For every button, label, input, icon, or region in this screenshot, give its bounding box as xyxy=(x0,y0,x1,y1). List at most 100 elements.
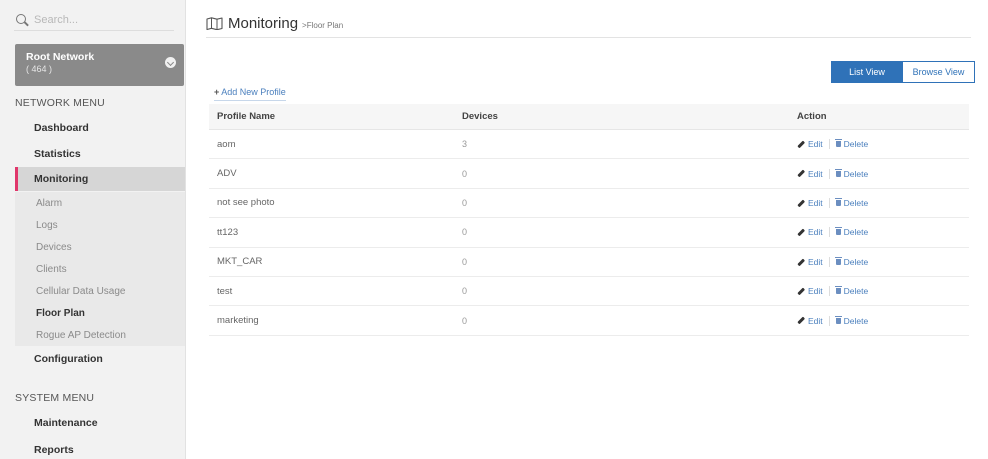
devices-cell: 0 xyxy=(462,315,468,326)
network-count: ( 464 ) xyxy=(26,64,53,74)
delete-label: Delete xyxy=(843,286,869,297)
table-row: MKT_CAR 0 Edit Delete xyxy=(209,248,969,277)
sidebar-item-statistics[interactable]: Statistics xyxy=(15,142,185,166)
sidebar-item-reports[interactable]: Reports xyxy=(15,438,185,459)
page-header: Monitoring >Floor Plan xyxy=(206,10,971,38)
edit-button[interactable]: Edit xyxy=(797,169,823,179)
network-name: Root Network xyxy=(26,51,95,63)
system-menu-title: SYSTEM MENU xyxy=(15,392,95,404)
action-cell: Edit Delete xyxy=(797,197,969,208)
add-new-profile-label: Add New Profile xyxy=(221,87,286,97)
profile-name-cell: marketing xyxy=(217,315,259,327)
table-row: test 0 Edit Delete xyxy=(209,277,969,307)
trash-icon xyxy=(834,197,842,206)
edit-label: Edit xyxy=(808,139,823,150)
trash-icon xyxy=(834,315,842,324)
pencil-icon xyxy=(797,228,805,237)
sidebar-item-monitoring[interactable]: Monitoring xyxy=(15,167,185,191)
action-divider xyxy=(828,139,830,150)
delete-label: Delete xyxy=(843,227,869,238)
action-divider xyxy=(828,286,830,297)
pencil-icon xyxy=(797,140,805,148)
sidebar-item-clients[interactable]: Clients xyxy=(15,258,185,280)
edit-label: Edit xyxy=(808,197,823,208)
delete-button[interactable]: Delete xyxy=(834,197,868,208)
action-cell: Edit Delete xyxy=(797,168,969,179)
edit-button[interactable]: Edit xyxy=(797,139,823,149)
delete-button[interactable]: Delete xyxy=(834,139,869,150)
sidebar-item-rogue-ap-detection[interactable]: Rogue AP Detection xyxy=(15,324,185,346)
plus-icon: + xyxy=(214,87,220,97)
action-cell: Edit Delete xyxy=(797,256,969,267)
delete-button[interactable]: Delete xyxy=(834,256,869,267)
edit-button[interactable]: Edit xyxy=(797,257,823,267)
network-menu-title: NETWORK MENU xyxy=(15,97,105,109)
delete-label: Delete xyxy=(843,168,869,179)
profile-name-cell: tt123 xyxy=(217,226,239,238)
table-row: not see photo 0 Edit Delete xyxy=(209,189,969,219)
profile-name-cell: MKT_CAR xyxy=(217,256,263,268)
view-toggle: List View Browse View xyxy=(831,61,975,83)
edit-label: Edit xyxy=(808,227,823,238)
delete-label: Delete xyxy=(843,256,869,267)
pencil-icon xyxy=(797,258,805,266)
edit-label: Edit xyxy=(808,168,823,179)
trash-icon xyxy=(834,227,842,236)
devices-cell: 0 xyxy=(462,168,468,179)
pencil-icon xyxy=(797,287,805,295)
action-cell: Edit Delete xyxy=(797,286,969,297)
devices-cell: 0 xyxy=(462,256,468,267)
breadcrumb[interactable]: >Floor Plan xyxy=(302,21,343,30)
delete-button[interactable]: Delete xyxy=(834,168,869,179)
table-row: ADV 0 Edit Delete xyxy=(209,159,969,189)
edit-label: Edit xyxy=(808,315,823,326)
action-divider xyxy=(828,256,830,267)
trash-icon xyxy=(834,256,842,265)
edit-button[interactable]: Edit xyxy=(797,286,823,296)
trash-icon xyxy=(834,286,842,295)
chevron-down-icon[interactable] xyxy=(165,57,176,68)
action-cell: Edit Delete xyxy=(797,315,969,326)
sidebar-item-dashboard[interactable]: Dashboard xyxy=(15,116,185,140)
search-box[interactable] xyxy=(14,9,174,31)
devices-cell: 0 xyxy=(462,197,468,208)
sidebar-item-alarm[interactable]: Alarm xyxy=(15,192,185,214)
action-divider xyxy=(828,315,830,326)
sidebar-item-maintenance[interactable]: Maintenance xyxy=(15,411,185,435)
edit-button[interactable]: Edit xyxy=(797,227,823,237)
search-icon xyxy=(14,12,30,28)
profile-name-cell: test xyxy=(217,285,233,297)
edit-button[interactable]: Edit xyxy=(797,316,823,326)
browse-view-button[interactable]: Browse View xyxy=(903,61,975,83)
app-window: Root Network ( 464 ) NETWORK MENU Dashbo… xyxy=(0,0,988,459)
devices-cell: 0 xyxy=(462,286,468,297)
pencil-icon xyxy=(797,169,805,178)
header-devices[interactable]: Devices xyxy=(462,111,797,122)
action-divider xyxy=(828,227,830,238)
search-input[interactable] xyxy=(34,13,164,26)
edit-label: Edit xyxy=(808,256,823,267)
delete-button[interactable]: Delete xyxy=(834,286,869,297)
map-icon xyxy=(206,17,223,30)
table-row: marketing 0 Edit Delete xyxy=(209,306,969,336)
sidebar-item-floor-plan[interactable]: Floor Plan xyxy=(15,302,185,324)
header-action: Action xyxy=(797,111,827,122)
edit-button[interactable]: Edit xyxy=(797,198,823,208)
sidebar-item-configuration[interactable]: Configuration xyxy=(15,347,185,371)
header-profile-name[interactable]: Profile Name xyxy=(209,111,462,122)
main-content: Monitoring >Floor Plan List View Browse … xyxy=(186,0,988,459)
table-header: Profile Name Devices Action xyxy=(209,104,969,130)
sidebar: Root Network ( 464 ) NETWORK MENU Dashbo… xyxy=(0,0,186,459)
devices-cell: 0 xyxy=(462,227,468,238)
list-view-button[interactable]: List View xyxy=(831,61,903,83)
network-selector[interactable]: Root Network ( 464 ) xyxy=(15,44,184,86)
sidebar-item-logs[interactable]: Logs xyxy=(15,214,185,236)
sidebar-item-devices[interactable]: Devices xyxy=(15,236,185,258)
table-row: aom 3 Edit Delete xyxy=(209,130,969,160)
delete-button[interactable]: Delete xyxy=(834,227,869,238)
add-new-profile-link[interactable]: + Add New Profile xyxy=(214,87,286,101)
delete-label: Delete xyxy=(843,139,869,150)
table-row: tt123 0 Edit Delete xyxy=(209,218,969,248)
sidebar-item-cellular-data-usage[interactable]: Cellular Data Usage xyxy=(15,280,185,302)
delete-button[interactable]: Delete xyxy=(834,315,868,326)
